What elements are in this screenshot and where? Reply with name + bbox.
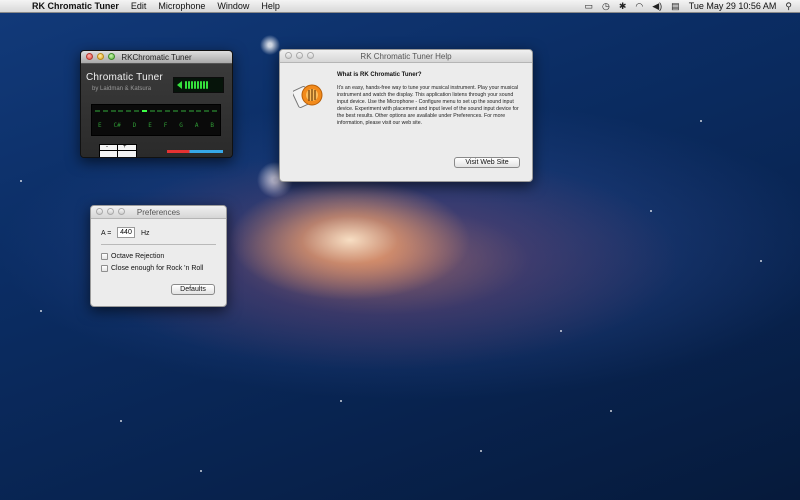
menu-edit[interactable]: Edit (131, 1, 147, 11)
visit-web-site-button[interactable]: Visit Web Site (454, 157, 520, 168)
help-body-text: It's an easy, hands-free way to tune you… (337, 85, 519, 126)
tuner-window-title: RKChromatic Tuner (121, 52, 192, 62)
note-label: G (179, 122, 183, 129)
close-enough-label[interactable]: Close enough for Rock 'n Roll (111, 265, 203, 272)
zoom-icon[interactable] (108, 53, 115, 60)
zoom-icon[interactable] (118, 208, 125, 215)
octave-rejection-label[interactable]: Octave Rejection (111, 253, 164, 260)
octave-rejection-row[interactable]: Octave Rejection (101, 253, 164, 260)
preferences-window-title: Preferences (136, 207, 181, 217)
meter-scale (95, 110, 217, 112)
a-frequency-input[interactable]: 440 (117, 227, 135, 238)
wifi-icon[interactable]: ◠ (635, 1, 643, 12)
menu-window[interactable]: Window (217, 1, 249, 11)
help-window-title: RK Chromatic Tuner Help (360, 51, 452, 61)
octave-plus[interactable]: + (123, 144, 127, 150)
tuner-window: RKChromatic Tuner Chromatic Tuner by Lai… (80, 50, 233, 158)
screen-icon[interactable]: ▭ (584, 1, 593, 12)
zoom-icon[interactable] (307, 52, 314, 59)
clock-icon[interactable]: ◷ (602, 1, 610, 12)
note-label: F (163, 122, 168, 129)
preferences-window: Preferences A = 440 Hz Octave Rejection … (90, 205, 227, 307)
tuner-subtitle: by Laidman & Katsura (92, 86, 152, 92)
help-window: RK Chromatic Tuner Help What is RK Chrom… (279, 49, 533, 182)
octave-selector[interactable]: - + (99, 144, 137, 157)
hz-unit-label: Hz (141, 230, 150, 237)
menubar-clock[interactable]: Tue May 29 10:56 AM (689, 1, 777, 11)
defaults-button[interactable]: Defaults (171, 284, 215, 295)
signal-level-display (173, 77, 224, 93)
note-label: E (148, 122, 152, 129)
menu-help[interactable]: Help (261, 1, 280, 11)
volume-icon[interactable]: ◀) (652, 1, 662, 12)
minimize-icon[interactable] (107, 208, 114, 215)
note-label: D (132, 122, 137, 129)
minimize-icon[interactable] (97, 53, 104, 60)
menubar-status-area: ▭ ◷ ✱ ◠ ◀) ▤ Tue May 29 10:56 AM ⚲ (584, 0, 792, 12)
pitch-meter: E C# D E F G A B (91, 104, 221, 136)
note-label: A (194, 122, 199, 129)
note-label: E (97, 122, 102, 129)
flag-icon[interactable]: ▤ (671, 1, 680, 12)
close-icon[interactable] (86, 53, 93, 60)
close-enough-checkbox[interactable] (101, 265, 108, 272)
help-titlebar[interactable]: RK Chromatic Tuner Help (280, 50, 532, 63)
close-icon[interactable] (96, 208, 103, 215)
input-level-bar (167, 150, 223, 153)
menu-bar: RK Chromatic Tuner Edit Microphone Windo… (0, 0, 800, 13)
divider (101, 244, 216, 245)
octave-rejection-checkbox[interactable] (101, 253, 108, 260)
preferences-titlebar[interactable]: Preferences (91, 206, 226, 219)
tuner-titlebar[interactable]: RKChromatic Tuner (81, 51, 232, 64)
minimize-icon[interactable] (296, 52, 303, 59)
tuner-app-title: Chromatic Tuner (86, 72, 163, 83)
menu-app-name[interactable]: RK Chromatic Tuner (32, 1, 119, 11)
help-heading: What is RK Chromatic Tuner? (337, 72, 422, 78)
tuner-app-icon (293, 84, 323, 108)
close-icon[interactable] (285, 52, 292, 59)
a-frequency-label: A = (101, 230, 112, 237)
search-icon[interactable]: ⚲ (785, 1, 792, 12)
bluetooth-icon[interactable]: ✱ (619, 1, 627, 12)
menu-microphone[interactable]: Microphone (158, 1, 205, 11)
arrow-left-icon (177, 81, 182, 89)
note-label: B (210, 122, 215, 129)
note-label: C# (113, 122, 121, 129)
close-enough-row[interactable]: Close enough for Rock 'n Roll (101, 265, 203, 272)
tuner-body: Chromatic Tuner by Laidman & Katsura E C… (81, 64, 232, 157)
octave-minus[interactable]: - (106, 144, 108, 150)
note-labels: E C# D E F G A B (92, 122, 220, 129)
